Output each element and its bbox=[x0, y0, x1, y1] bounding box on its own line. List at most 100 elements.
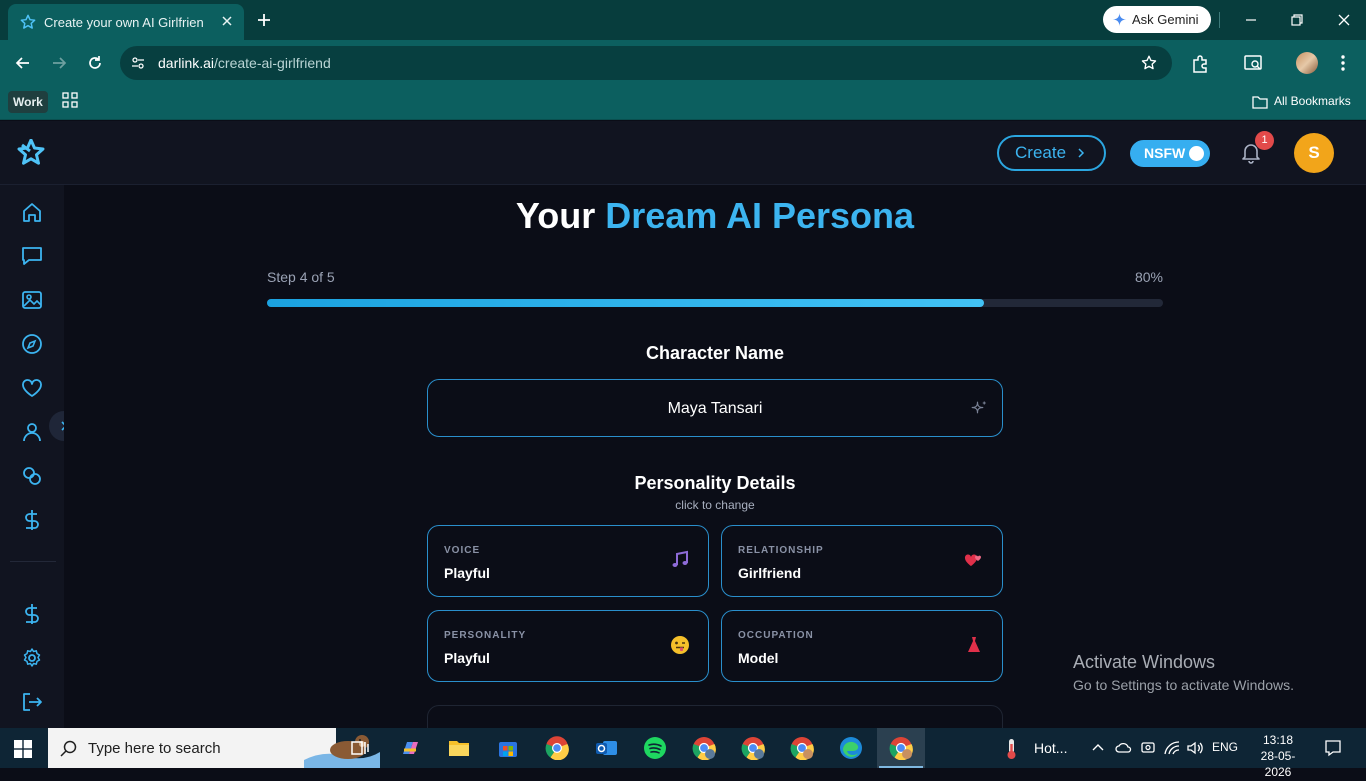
personality-details-title: Personality Details bbox=[634, 473, 796, 493]
click-to-change-hint: click to change bbox=[675, 498, 755, 512]
site-settings-icon[interactable] bbox=[130, 55, 146, 71]
character-name-value: Maya Tansari bbox=[667, 400, 763, 417]
nsfw-label: NSFW bbox=[1144, 145, 1186, 161]
window-close-icon[interactable] bbox=[1336, 12, 1352, 28]
language-indicator[interactable]: ENG bbox=[1212, 740, 1238, 780]
cloud-sync-icon[interactable] bbox=[1115, 740, 1133, 780]
main-content: Your Dream AI Persona Step 4 of 5 80% Ch… bbox=[64, 185, 1366, 728]
camera-privacy-icon[interactable] bbox=[1140, 740, 1156, 780]
app-header: Create NSFW 1 S bbox=[0, 121, 1366, 185]
restore-icon[interactable] bbox=[1289, 12, 1305, 28]
windows-start-icon[interactable] bbox=[14, 740, 32, 758]
settings-gear-icon[interactable] bbox=[20, 647, 44, 669]
copilot-icon[interactable] bbox=[398, 736, 422, 760]
chevron-right-icon bbox=[1076, 147, 1086, 159]
notification-center-icon[interactable] bbox=[1324, 739, 1342, 779]
home-icon[interactable] bbox=[20, 201, 44, 223]
title-accent: Dream AI Persona bbox=[605, 195, 915, 236]
hearts-icon bbox=[964, 550, 984, 570]
logout-icon[interactable] bbox=[20, 691, 44, 713]
edge-icon[interactable] bbox=[839, 736, 863, 760]
microsoft-store-icon[interactable] bbox=[496, 736, 520, 760]
gemini-sparkle-icon bbox=[1112, 12, 1127, 27]
chat-icon[interactable] bbox=[20, 245, 44, 267]
dress-icon bbox=[964, 635, 984, 655]
outlook-icon[interactable] bbox=[594, 736, 618, 760]
minimize-icon[interactable] bbox=[1243, 12, 1259, 28]
chrome-profile-r2-icon[interactable] bbox=[741, 736, 765, 760]
volume-icon[interactable] bbox=[1186, 740, 1204, 780]
image-icon[interactable] bbox=[20, 289, 44, 311]
sidebar-divider bbox=[10, 561, 56, 562]
folder-icon bbox=[1252, 96, 1268, 109]
character-name-input[interactable]: Maya Tansari bbox=[427, 379, 1003, 437]
bookmark-work[interactable]: Work bbox=[8, 91, 48, 113]
coins-icon[interactable] bbox=[20, 465, 44, 487]
close-tab-icon[interactable] bbox=[220, 14, 234, 28]
relationship-card[interactable]: RELATIONSHIP Girlfriend bbox=[721, 525, 1003, 597]
occupation-card[interactable]: OCCUPATION Model bbox=[721, 610, 1003, 682]
clock-time: 13:18 bbox=[1262, 733, 1294, 747]
pricing-dollar-icon[interactable] bbox=[20, 603, 44, 625]
chrome-profile-r-icon[interactable] bbox=[692, 736, 716, 760]
extensions-icon[interactable] bbox=[1190, 54, 1210, 74]
reload-icon[interactable] bbox=[86, 54, 104, 72]
card-value: Model bbox=[738, 650, 779, 666]
winking-tongue-face-icon bbox=[670, 635, 690, 655]
card-value: Girlfriend bbox=[738, 565, 802, 581]
compass-icon[interactable] bbox=[20, 333, 44, 355]
title-plain: Your bbox=[515, 195, 606, 236]
tab-title: Create your own AI Girlfriend | D bbox=[44, 15, 204, 30]
sparkle-icon[interactable] bbox=[970, 400, 988, 418]
url-text: darlink.ai/create-ai-girlfriend bbox=[158, 55, 331, 71]
progress-bar bbox=[267, 299, 1163, 307]
voice-card[interactable]: VOICE Playful bbox=[427, 525, 709, 597]
notification-badge: 1 bbox=[1255, 131, 1274, 150]
bookmark-star-icon[interactable] bbox=[1140, 54, 1158, 72]
dollar-icon[interactable] bbox=[20, 509, 44, 531]
chrome-profile-avatar[interactable] bbox=[1296, 52, 1318, 74]
activate-title: Activate Windows bbox=[1073, 652, 1216, 672]
user-icon[interactable] bbox=[20, 421, 44, 443]
task-view-icon[interactable] bbox=[348, 736, 372, 760]
browser-toolbar: darlink.ai/create-ai-girlfriend bbox=[0, 40, 1366, 86]
reading-list-icon[interactable] bbox=[1243, 54, 1263, 72]
darlink-logo-icon[interactable] bbox=[16, 139, 46, 167]
browser-tab[interactable]: Create your own AI Girlfriend | D bbox=[8, 4, 244, 40]
ask-gemini-label: Ask Gemini bbox=[1132, 12, 1199, 27]
search-icon bbox=[60, 740, 78, 758]
toggle-knob bbox=[1189, 146, 1204, 161]
advanced-box[interactable] bbox=[427, 705, 1003, 728]
tray-chevron-up-icon[interactable] bbox=[1091, 741, 1105, 781]
windows-taskbar: Type here to search Hot... ENG 13:18 28-… bbox=[0, 728, 1366, 779]
ask-gemini-button[interactable]: Ask Gemini bbox=[1103, 6, 1211, 33]
page-title: Your Dream AI Persona bbox=[64, 195, 1366, 237]
create-button[interactable]: Create bbox=[997, 135, 1106, 171]
new-tab-icon[interactable] bbox=[255, 11, 273, 29]
apps-grid-icon[interactable] bbox=[62, 92, 78, 108]
all-bookmarks[interactable]: All Bookmarks bbox=[1252, 94, 1351, 109]
browser-tab-bar: Create your own AI Girlfriend | D Ask Ge… bbox=[0, 0, 1366, 40]
back-arrow-icon[interactable] bbox=[14, 54, 32, 72]
wifi-icon[interactable] bbox=[1163, 740, 1181, 780]
heart-icon[interactable] bbox=[20, 377, 44, 399]
step-percent: 80% bbox=[1134, 269, 1163, 285]
personality-card[interactable]: PERSONALITY Playful bbox=[427, 610, 709, 682]
all-bookmarks-label: All Bookmarks bbox=[1274, 94, 1351, 108]
forward-arrow-icon[interactable] bbox=[50, 54, 68, 72]
spotify-icon[interactable] bbox=[643, 736, 667, 760]
user-avatar[interactable]: S bbox=[1294, 133, 1334, 173]
system-clock[interactable]: 13:18 28-05-2026 bbox=[1248, 732, 1308, 780]
taskbar-search[interactable]: Type here to search bbox=[48, 728, 380, 768]
card-key: VOICE bbox=[444, 545, 481, 556]
address-bar[interactable]: darlink.ai/create-ai-girlfriend bbox=[120, 46, 1172, 80]
thermometer-icon[interactable] bbox=[1004, 738, 1020, 778]
weather-text[interactable]: Hot... bbox=[1034, 740, 1067, 780]
card-key: PERSONALITY bbox=[444, 630, 527, 641]
chrome-active-icon[interactable] bbox=[879, 736, 923, 768]
file-explorer-icon[interactable] bbox=[447, 736, 471, 760]
menu-kebab-icon[interactable] bbox=[1336, 54, 1350, 72]
chrome-icon[interactable] bbox=[545, 736, 569, 760]
chrome-profile-photo-icon[interactable] bbox=[790, 736, 814, 760]
nsfw-toggle[interactable]: NSFW bbox=[1130, 140, 1210, 167]
